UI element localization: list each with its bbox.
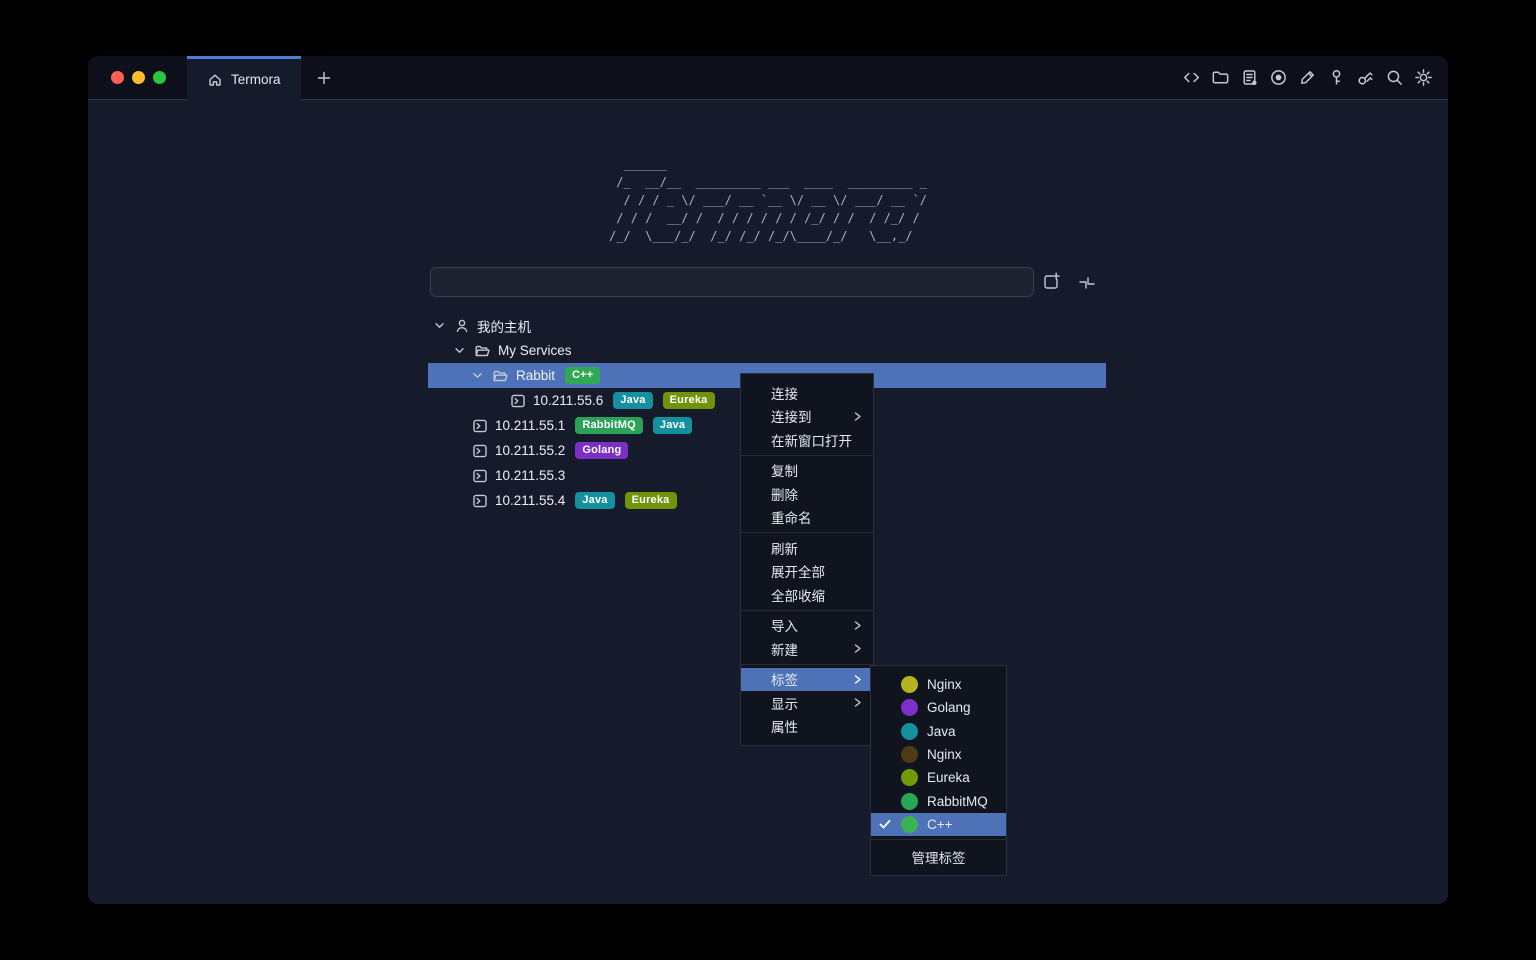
submenu-item-manage-tags[interactable]: 管理标签 <box>871 843 1006 871</box>
chevron-right-icon <box>853 697 862 708</box>
menu-item-expand-all[interactable]: 展开全部 <box>741 560 873 584</box>
context-menu: 连接 连接到 在新窗口打开 复制 删除 重命名 刷新 展开全部 全部收缩 导入 … <box>740 373 874 746</box>
tag-badge: Java <box>575 492 614 509</box>
submenu-item-tag-nginx-1[interactable]: Nginx <box>871 673 1006 696</box>
menu-item-import[interactable]: 导入 <box>741 614 873 638</box>
close-window-button[interactable] <box>111 71 124 84</box>
menu-separator <box>741 532 873 533</box>
record-icon[interactable] <box>1269 68 1288 87</box>
keychain-icon[interactable] <box>1356 68 1375 87</box>
menu-separator <box>871 839 1006 840</box>
menu-item-show[interactable]: 显示 <box>741 691 873 715</box>
tag-badge: Java <box>613 392 652 409</box>
chevron-right-icon <box>853 674 862 685</box>
menu-item-new[interactable]: 新建 <box>741 637 873 661</box>
tag-color-dot <box>901 723 918 740</box>
menu-item-open-in-new-window[interactable]: 在新窗口打开 <box>741 428 873 452</box>
search-input[interactable] <box>430 267 1034 297</box>
submenu-item-tag-cpp[interactable]: C++ <box>871 813 1006 836</box>
tag-color-dot <box>901 699 918 716</box>
menu-item-refresh[interactable]: 刷新 <box>741 536 873 560</box>
tab-title: Termora <box>231 72 281 87</box>
tree-item-my-services[interactable]: My Services <box>428 338 1106 363</box>
folder-open-icon <box>492 368 509 384</box>
submenu-item-tag-java[interactable]: Java <box>871 720 1006 743</box>
tag-badge: Java <box>653 417 692 434</box>
menu-item-delete[interactable]: 删除 <box>741 482 873 506</box>
app-window: Termora <box>88 56 1448 904</box>
tag-badge: RabbitMQ <box>575 417 643 434</box>
tab-termora[interactable]: Termora <box>187 56 301 100</box>
chevron-right-icon <box>853 411 862 422</box>
tree-item-label: My Services <box>498 343 572 358</box>
collapse-all-icon[interactable] <box>1076 272 1098 294</box>
traffic-lights <box>88 56 187 99</box>
edit-icon[interactable] <box>1298 68 1317 87</box>
search-icon[interactable] <box>1385 68 1404 87</box>
tree-item-label: 10.211.55.4 <box>495 493 565 508</box>
tree-item-label: 10.211.55.2 <box>495 443 565 458</box>
tags-submenu: Nginx Golang Java Nginx <box>870 665 1007 876</box>
key-icon[interactable] <box>1327 68 1346 87</box>
tag-badge: Golang <box>575 442 628 459</box>
tree-item-label: 10.211.55.3 <box>495 468 565 483</box>
chevron-right-icon <box>853 620 862 631</box>
chevron-down-icon[interactable] <box>472 370 484 381</box>
log-icon[interactable] <box>1240 68 1259 87</box>
menu-item-connect-to[interactable]: 连接到 <box>741 405 873 429</box>
terminal-icon <box>510 393 526 409</box>
minimize-window-button[interactable] <box>132 71 145 84</box>
folder-open-icon <box>474 343 491 359</box>
menu-separator <box>741 610 873 611</box>
tree-item-my-hosts[interactable]: 我的主机 <box>428 313 1106 338</box>
submenu-item-tag-golang[interactable]: Golang <box>871 696 1006 719</box>
chevron-down-icon[interactable] <box>454 345 466 356</box>
menu-item-copy[interactable]: 复制 <box>741 459 873 483</box>
tag-badge: C++ <box>565 367 600 384</box>
zoom-window-button[interactable] <box>153 71 166 84</box>
home-icon <box>207 72 223 88</box>
tree-item-label: 10.211.55.6 <box>533 393 603 408</box>
tag-color-dot <box>901 746 918 763</box>
tag-badge: Eureka <box>663 392 715 409</box>
code-icon[interactable] <box>1182 68 1201 87</box>
toolbar <box>1182 56 1448 99</box>
tree-item-label: Rabbit <box>516 368 555 383</box>
tag-color-dot <box>901 769 918 786</box>
settings-icon[interactable] <box>1414 68 1433 87</box>
menu-item-tags[interactable]: 标签 <box>741 668 873 692</box>
title-bar: Termora <box>88 56 1448 100</box>
terminal-icon <box>472 468 488 484</box>
folder-icon[interactable] <box>1211 68 1230 87</box>
menu-item-properties[interactable]: 属性 <box>741 715 873 739</box>
chevron-right-icon <box>853 643 862 654</box>
tag-color-dot <box>901 676 918 693</box>
plus-icon <box>316 70 332 86</box>
user-icon <box>454 318 470 334</box>
terminal-icon <box>472 493 488 509</box>
menu-separator <box>741 455 873 456</box>
tag-color-dot <box>901 793 918 810</box>
ascii-logo: ______ /_ __/__ _________ ___ ____ _____… <box>609 155 927 245</box>
tree-item-label: 10.211.55.1 <box>495 418 565 433</box>
add-host-icon[interactable] <box>1040 271 1062 293</box>
screen: Termora <box>0 0 1536 960</box>
chevron-down-icon[interactable] <box>434 320 446 331</box>
terminal-icon <box>472 418 488 434</box>
menu-item-rename[interactable]: 重命名 <box>741 506 873 530</box>
new-tab-button[interactable] <box>301 56 347 99</box>
submenu-item-tag-nginx-2[interactable]: Nginx <box>871 743 1006 766</box>
main-content: ______ /_ __/__ _________ ___ ____ _____… <box>88 100 1448 904</box>
terminal-icon <box>472 443 488 459</box>
check-icon <box>879 819 892 830</box>
menu-separator <box>741 664 873 665</box>
tag-badge: Eureka <box>625 492 677 509</box>
menu-item-connect[interactable]: 连接 <box>741 381 873 405</box>
menu-item-collapse-all[interactable]: 全部收缩 <box>741 583 873 607</box>
tag-color-dot <box>901 816 918 833</box>
tree-item-label: 我的主机 <box>477 316 531 336</box>
submenu-item-tag-rabbitmq[interactable]: RabbitMQ <box>871 789 1006 812</box>
submenu-item-tag-eureka[interactable]: Eureka <box>871 766 1006 789</box>
